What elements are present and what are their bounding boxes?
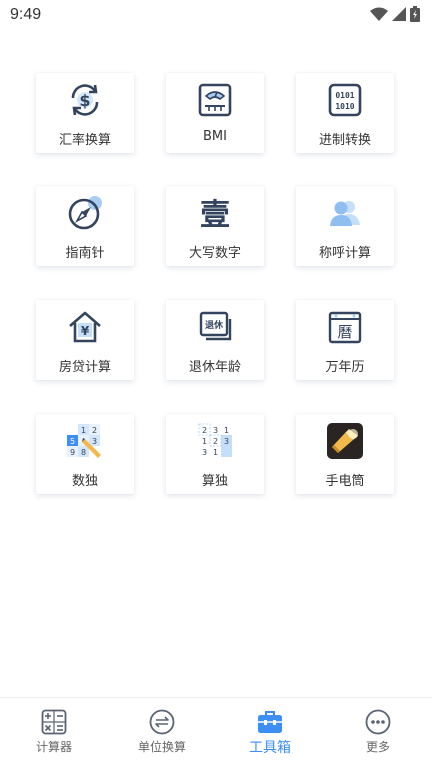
exchange-rate-icon: $ — [71, 84, 99, 116]
status-time: 9:49 — [10, 6, 42, 23]
toolbox-icon — [258, 711, 282, 733]
tool-perpetual-calendar[interactable]: 曆 万年历 — [296, 300, 394, 380]
tool-relative-titles[interactable]: 称呼计算 — [296, 186, 394, 266]
svg-text:1: 1 — [81, 426, 86, 435]
tool-flashlight[interactable]: 手电筒 — [296, 414, 394, 494]
tool-label: 万年历 — [325, 360, 365, 375]
svg-text:1: 1 — [224, 426, 229, 435]
unit-convert-icon — [149, 709, 175, 735]
svg-text:9: 9 — [70, 448, 75, 457]
tool-mortgage[interactable]: ¥ 房贷计算 — [36, 300, 134, 380]
math-sudoku-icon: 2 3 1 1 2 3 3 1 — [198, 423, 232, 457]
calculator-icon — [41, 709, 67, 735]
tool-bmi[interactable]: BMI — [166, 73, 264, 153]
more-icon — [365, 709, 391, 735]
tab-label: 计算器 — [35, 740, 72, 754]
tool-label: 进制转换 — [318, 133, 371, 148]
chinese-numeral-icon: 壹 — [200, 198, 230, 231]
flashlight-icon — [327, 423, 363, 459]
battery-icon — [410, 6, 420, 22]
svg-text:$: $ — [79, 91, 90, 110]
tool-label: 房贷计算 — [58, 360, 111, 375]
status-bar: 9:49 — [0, 0, 432, 30]
tool-label: 汇率换算 — [58, 133, 111, 148]
tool-compass[interactable]: 指南针 — [36, 186, 134, 266]
tab-unit-conversion[interactable]: 单位换算 — [108, 698, 216, 767]
svg-text:0101: 0101 — [335, 91, 354, 100]
svg-text:8: 8 — [81, 448, 86, 457]
wifi-icon — [370, 7, 388, 21]
svg-text:3: 3 — [202, 448, 207, 457]
svg-text:3: 3 — [224, 437, 229, 446]
svg-text:1: 1 — [213, 448, 218, 457]
tool-exchange-rate[interactable]: $ 汇率换算 — [36, 73, 134, 153]
tool-label: BMI — [203, 129, 227, 144]
signal-icon — [392, 7, 406, 21]
status-icons — [370, 6, 420, 22]
tool-sudoku[interactable]: 1 2 5 3 9 8 数独 — [36, 414, 134, 494]
tool-chinese-numerals[interactable]: 壹 大写数字 — [166, 186, 264, 266]
tool-label: 指南针 — [65, 246, 105, 261]
tool-label: 数独 — [71, 474, 98, 489]
tab-toolbox[interactable]: 工具箱 — [216, 698, 324, 767]
tool-label: 退休年龄 — [188, 360, 241, 375]
scale-icon — [198, 83, 232, 117]
svg-text:壹: 壹 — [200, 198, 230, 231]
tool-math-sudoku[interactable]: 2 3 1 1 2 3 3 1 算独 — [166, 414, 264, 494]
tool-base-conversion[interactable]: 0101 1010 进制转换 — [296, 73, 394, 153]
svg-text:2: 2 — [92, 426, 97, 435]
calendar-icon: 曆 — [328, 311, 362, 344]
svg-text:¥: ¥ — [81, 324, 90, 338]
tool-label: 称呼计算 — [318, 246, 371, 261]
tool-label: 算独 — [201, 474, 228, 489]
tool-retirement-age[interactable]: 退休 退休年龄 — [166, 300, 264, 380]
tab-more[interactable]: 更多 — [324, 698, 432, 767]
svg-text:1010: 1010 — [335, 102, 354, 111]
house-yuan-icon: ¥ — [69, 311, 101, 343]
binary-icon: 0101 1010 — [328, 83, 362, 117]
svg-text:5: 5 — [70, 437, 75, 446]
svg-text:曆: 曆 — [337, 323, 352, 341]
svg-text:1: 1 — [202, 437, 207, 446]
svg-text:3: 3 — [92, 437, 97, 446]
compass-icon — [68, 196, 102, 230]
tab-calculator[interactable]: 计算器 — [0, 698, 108, 767]
tab-label: 单位换算 — [137, 740, 186, 754]
svg-text:2: 2 — [202, 426, 207, 435]
svg-text:2: 2 — [213, 437, 218, 446]
tool-label: 大写数字 — [188, 246, 241, 261]
svg-text:3: 3 — [213, 426, 218, 435]
svg-text:退休: 退休 — [205, 319, 224, 331]
people-icon — [330, 201, 360, 226]
tab-label: 更多 — [365, 740, 390, 754]
tab-label: 工具箱 — [249, 740, 291, 756]
tool-label: 手电筒 — [325, 474, 365, 489]
bottom-tab-bar: 计算器 单位换算 工具箱 更多 — [0, 697, 432, 767]
sudoku-icon: 1 2 5 3 9 8 — [67, 424, 101, 458]
retire-icon: 退休 — [199, 311, 232, 341]
